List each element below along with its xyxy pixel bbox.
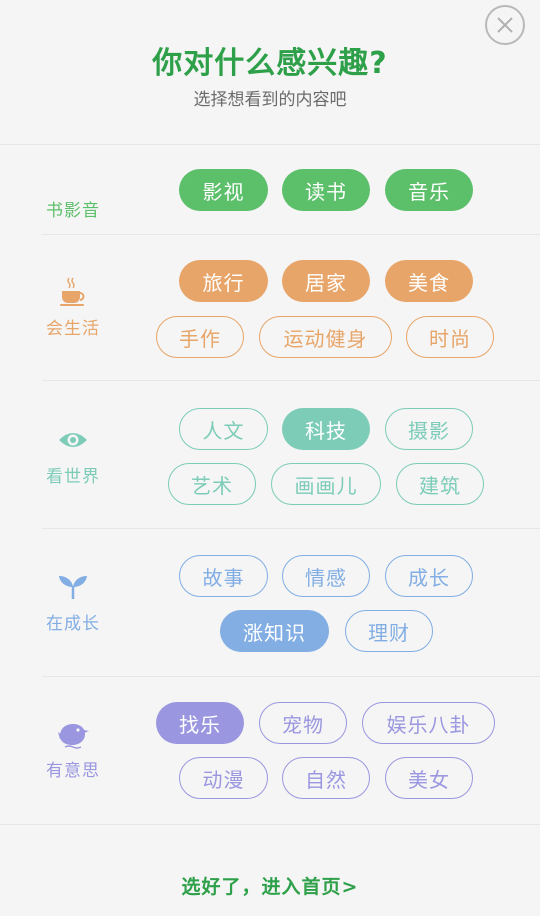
interest-tag[interactable]: 运动健身 xyxy=(259,316,392,358)
interest-tag[interactable]: 科技 xyxy=(282,408,370,450)
tag-row: 影视 读书 音乐 xyxy=(0,169,540,211)
interest-tag[interactable]: 自然 xyxy=(282,757,370,799)
close-icon xyxy=(497,17,513,33)
interest-tag[interactable]: 艺术 xyxy=(168,463,256,505)
tag-row: 动漫 自然 美女 xyxy=(0,757,540,799)
tag-row: 艺术 画画儿 建筑 xyxy=(0,463,540,505)
tag-row: 故事 情感 成长 xyxy=(0,555,540,597)
interest-tag[interactable]: 摄影 xyxy=(385,408,473,450)
enter-home-button[interactable]: 选好了，进入首页> xyxy=(0,872,540,899)
interest-tag[interactable]: 画画儿 xyxy=(271,463,381,505)
interest-tag[interactable]: 美女 xyxy=(385,757,473,799)
interest-tag[interactable]: 找乐 xyxy=(156,702,244,744)
tag-row: 涨知识 理财 xyxy=(0,610,540,652)
tag-row: 手作 运动健身 时尚 xyxy=(0,316,540,358)
interest-tag[interactable]: 理财 xyxy=(345,610,433,652)
tag-row: 人文 科技 摄影 xyxy=(0,408,540,450)
page-title: 你对什么感兴趣? xyxy=(152,46,388,81)
interest-tag[interactable]: 旅行 xyxy=(179,260,268,302)
section-divider xyxy=(42,380,540,381)
interest-tag[interactable]: 涨知识 xyxy=(220,610,329,652)
interest-tag[interactable]: 宠物 xyxy=(259,702,347,744)
interest-tag[interactable]: 时尚 xyxy=(406,316,494,358)
interest-tag[interactable]: 情感 xyxy=(282,555,370,597)
section-divider xyxy=(42,234,540,235)
interest-tag[interactable]: 娱乐八卦 xyxy=(362,702,495,744)
tag-row: 旅行 居家 美食 xyxy=(0,260,540,302)
interest-tag[interactable]: 人文 xyxy=(179,408,268,450)
section-divider xyxy=(42,676,540,677)
section-divider xyxy=(42,528,540,529)
interest-tag[interactable]: 居家 xyxy=(282,260,370,302)
interest-tag[interactable]: 动漫 xyxy=(179,757,268,799)
interest-tag[interactable]: 读书 xyxy=(282,169,370,211)
section-divider xyxy=(0,824,540,825)
interest-tag[interactable]: 影视 xyxy=(179,169,268,211)
tag-row: 找乐 宠物 娱乐八卦 xyxy=(0,702,540,744)
interest-tag[interactable]: 手作 xyxy=(156,316,244,358)
interest-tag[interactable]: 建筑 xyxy=(396,463,484,505)
page-subtitle: 选择想看到的内容吧 xyxy=(193,90,347,110)
section-divider xyxy=(0,144,540,145)
interest-tag[interactable]: 成长 xyxy=(385,555,473,597)
interest-tag[interactable]: 故事 xyxy=(179,555,268,597)
interest-tag[interactable]: 音乐 xyxy=(385,169,473,211)
interest-tag[interactable]: 美食 xyxy=(385,260,473,302)
